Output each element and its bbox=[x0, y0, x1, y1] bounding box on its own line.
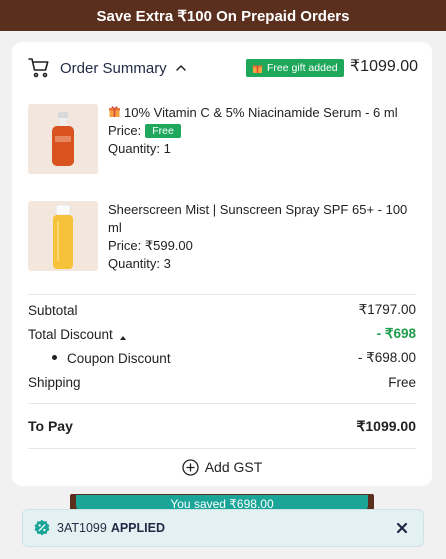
coupon-check-icon bbox=[33, 519, 51, 537]
order-summary-card: Order Summary Free gift added ₹1099.00 1… bbox=[12, 42, 432, 486]
to-pay-label: To Pay bbox=[28, 418, 73, 434]
coupon-discount-label: Coupon Discount bbox=[67, 350, 171, 366]
plus-circle-icon bbox=[182, 458, 199, 476]
free-gift-text: Free gift added bbox=[267, 62, 338, 74]
promo-banner: Save Extra ₹100 On Prepaid Orders bbox=[0, 0, 446, 31]
coupon-discount-row: Coupon Discount - ₹698.00 bbox=[28, 348, 416, 368]
cart-icon bbox=[28, 57, 50, 79]
cart-item: Sheerscreen Mist | Sunscreen Spray SPF 6… bbox=[28, 201, 418, 281]
promo-text: Save Extra ₹100 On Prepaid Orders bbox=[96, 7, 350, 25]
subtotal-label: Subtotal bbox=[28, 302, 78, 318]
free-gift-badge: Free gift added bbox=[246, 59, 344, 77]
serum-product-image bbox=[28, 104, 98, 174]
total-discount-label: Total Discount bbox=[28, 326, 113, 342]
order-summary-title: Order Summary bbox=[60, 59, 167, 77]
subtotal-value: ₹1797.00 bbox=[358, 302, 416, 317]
coupon-status: APPLIED bbox=[110, 521, 165, 535]
subtotal-row: Subtotal ₹1797.00 bbox=[28, 300, 416, 320]
coupon-code: 3AT1099 bbox=[57, 521, 107, 535]
caret-up-icon[interactable] bbox=[119, 330, 127, 340]
header-total: ₹1099.00 bbox=[349, 58, 418, 75]
to-pay-value: ₹1099.00 bbox=[356, 417, 416, 434]
shipping-label: Shipping bbox=[28, 374, 81, 390]
item-quantity: Quantity: 3 bbox=[108, 256, 171, 271]
bullet bbox=[52, 354, 57, 360]
divider bbox=[28, 448, 416, 449]
item-name: Sheerscreen Mist | Sunscreen Spray SPF 6… bbox=[108, 202, 408, 235]
total-discount-value: - ₹698 bbox=[376, 326, 416, 341]
divider bbox=[28, 403, 416, 404]
shipping-row: Shipping Free bbox=[28, 372, 416, 392]
chevron-up-icon bbox=[175, 62, 187, 74]
sunscreen-product-image bbox=[28, 201, 98, 271]
gift-icon bbox=[252, 63, 263, 74]
to-pay-row: To Pay ₹1099.00 bbox=[28, 416, 416, 436]
add-gst-button[interactable]: Add GST bbox=[12, 456, 432, 478]
free-price-badge: Free bbox=[145, 124, 181, 138]
shipping-value: Free bbox=[388, 374, 416, 390]
coupon-discount-value: - ₹698.00 bbox=[357, 350, 416, 365]
divider bbox=[28, 294, 416, 295]
gift-icon bbox=[108, 105, 121, 118]
remove-coupon-close-icon[interactable] bbox=[395, 521, 409, 535]
order-summary-toggle[interactable]: Order Summary Free gift added ₹1099.00 bbox=[28, 56, 418, 80]
total-discount-row[interactable]: Total Discount - ₹698 bbox=[28, 324, 416, 344]
item-price: Price: Free bbox=[108, 122, 408, 140]
item-price: Price: ₹599.00 bbox=[108, 238, 193, 253]
applied-coupon-bar: 3AT1099 APPLIED bbox=[22, 509, 424, 547]
item-quantity: Quantity: 1 bbox=[108, 141, 171, 156]
add-gst-label: Add GST bbox=[204, 459, 263, 475]
item-name: 10% Vitamin C & 5% Niacinamide Serum - 6… bbox=[108, 104, 408, 122]
cart-item: 10% Vitamin C & 5% Niacinamide Serum - 6… bbox=[28, 104, 418, 176]
